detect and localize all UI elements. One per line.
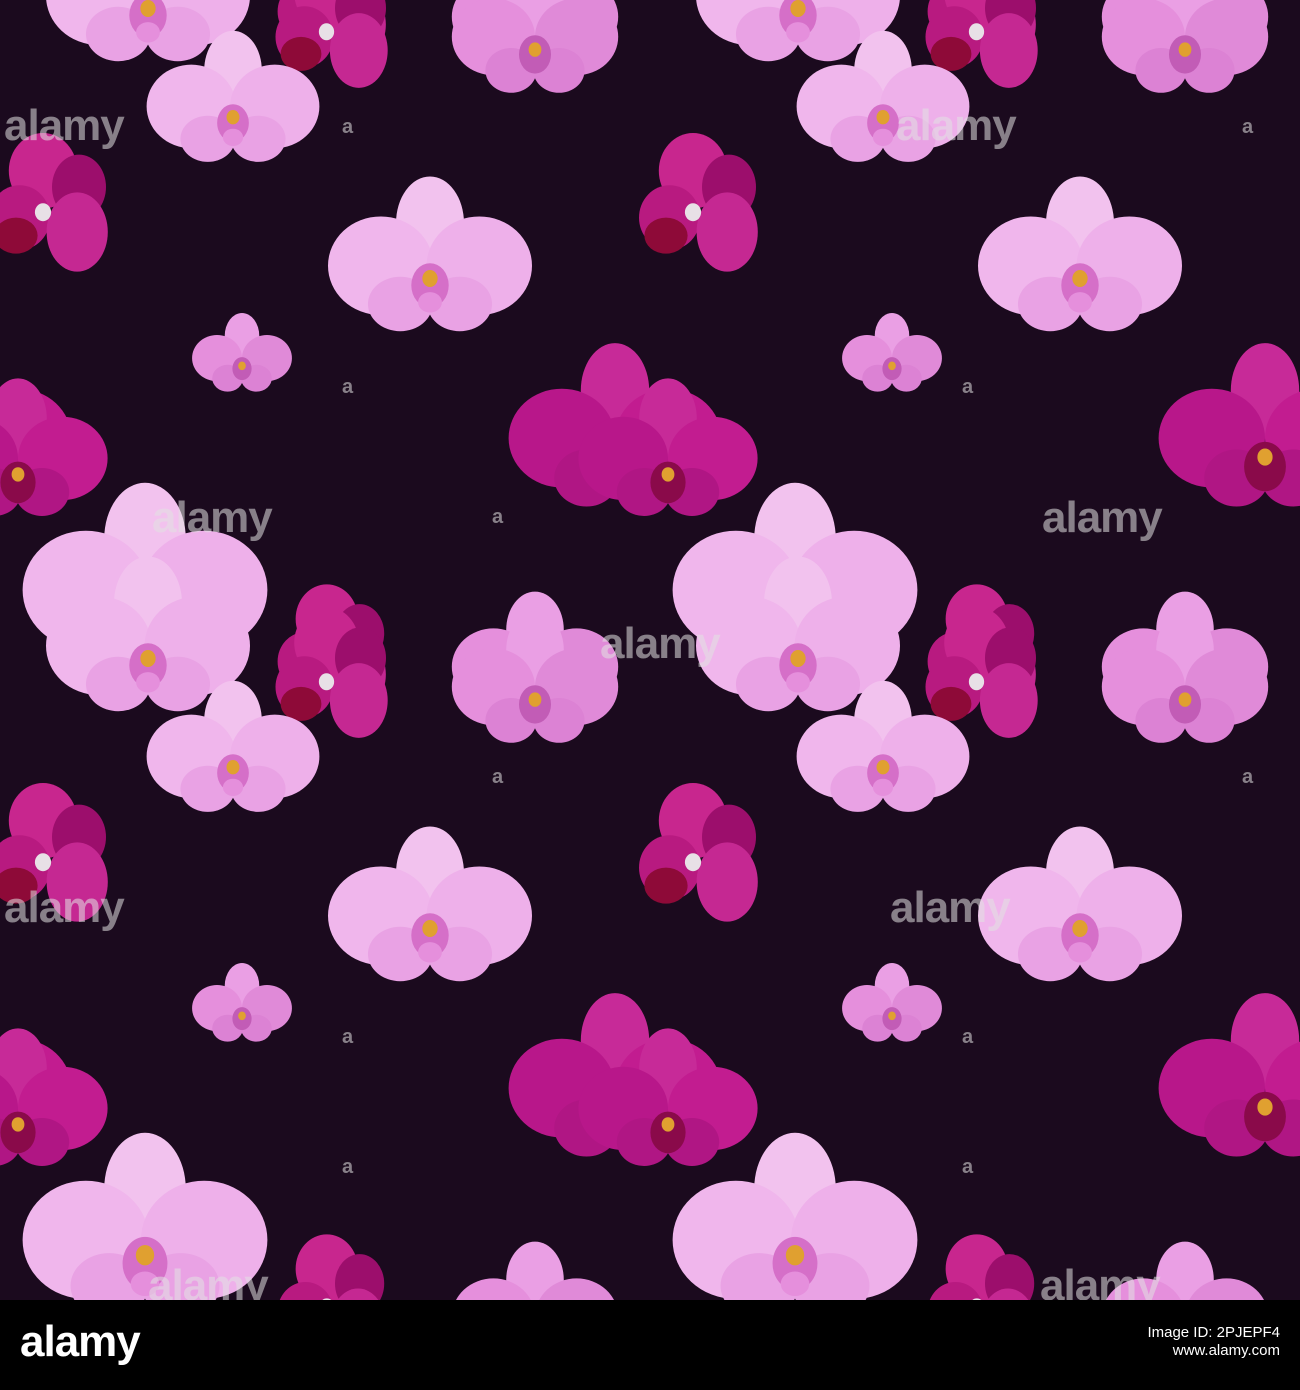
footer-bar: alamy Image ID: 2PJEPF4 www.alamy.com <box>0 1300 1300 1390</box>
orchid-pattern-canvas <box>0 0 1300 1300</box>
orchid-pattern-photo: alamy alamy alamy alamy alamy alamy alam… <box>0 0 1300 1300</box>
image-id-label: Image ID: 2PJEPF4 <box>1147 1324 1280 1341</box>
site-url[interactable]: www.alamy.com <box>1147 1342 1280 1360</box>
alamy-logo[interactable]: alamy <box>20 1320 141 1364</box>
footer-info: Image ID: 2PJEPF4 www.alamy.com <box>1147 1324 1280 1360</box>
